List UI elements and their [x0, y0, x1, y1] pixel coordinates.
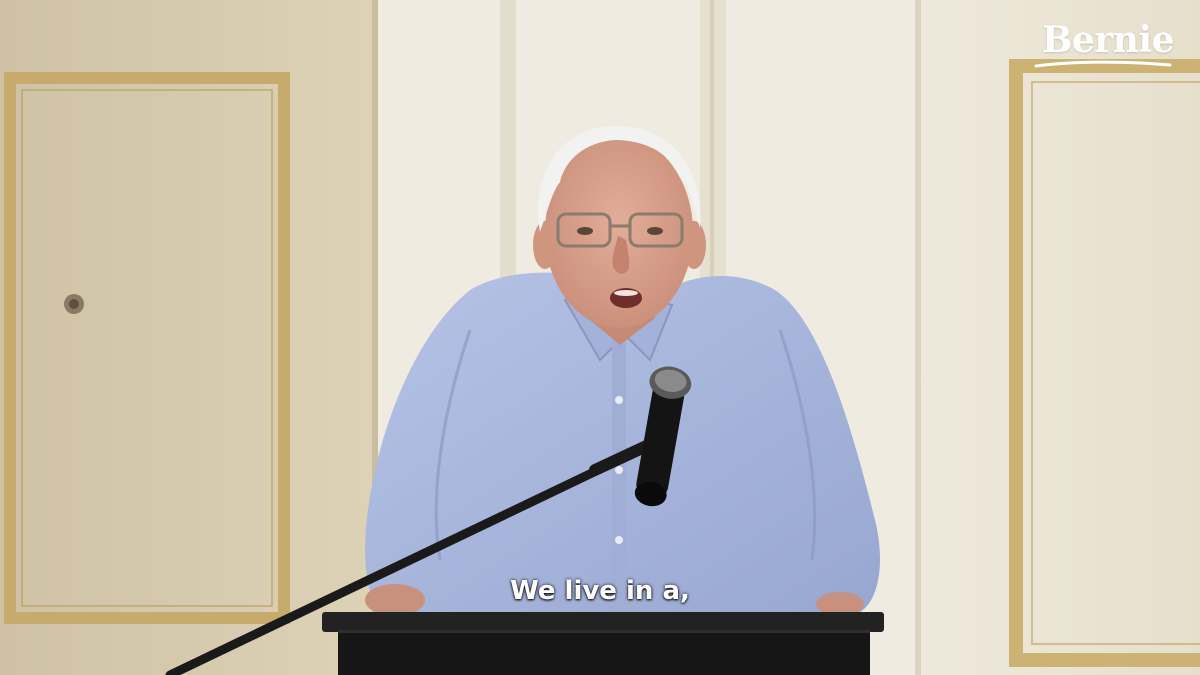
podium-top [322, 612, 884, 632]
left-wall [0, 0, 375, 675]
right-wall [915, 0, 1200, 675]
podium-body [338, 630, 870, 675]
scene-illustration [0, 0, 1200, 675]
watermark-swoosh [1034, 60, 1172, 68]
subtitle-caption: We live in a, [510, 576, 690, 606]
video-frame: Bernie We live in a, [0, 0, 1200, 675]
channel-watermark: Bernie [1041, 19, 1175, 61]
